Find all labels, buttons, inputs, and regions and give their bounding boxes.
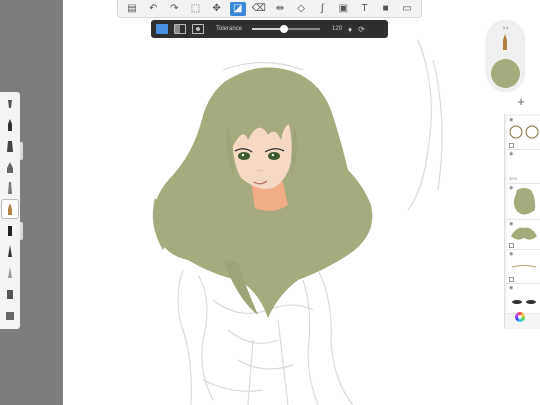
tolerance-value: 120	[332, 26, 343, 32]
brush-soft[interactable]	[2, 263, 18, 281]
brush-size-handle[interactable]	[20, 142, 23, 160]
transform-icon[interactable]: ✥	[209, 2, 225, 16]
lock-icon[interactable]	[509, 277, 514, 282]
top-toolbar: ▤ ↶ ↷ ⬚ ✥ ◪ ⌫ ⇹ ◇ ∫ ▣ T ■ ▭	[117, 0, 422, 18]
tolerance-slider[interactable]	[252, 25, 321, 33]
video-icon[interactable]: ■	[378, 2, 394, 16]
layer-item[interactable]: ◉	[507, 284, 540, 314]
brush-pencil[interactable]	[2, 116, 18, 134]
current-brush-icon	[503, 34, 507, 50]
drawing-canvas[interactable]	[63, 0, 540, 405]
add-layer-button[interactable]: +	[506, 94, 536, 110]
shapes-icon[interactable]: ◇	[293, 2, 309, 16]
image-icon[interactable]: ▣	[335, 2, 351, 16]
fullscreen-icon[interactable]: ▭	[399, 2, 415, 16]
color-wheel-icon[interactable]	[515, 312, 525, 322]
layer-opacity: 80%	[509, 176, 518, 181]
brush-marker[interactable]	[2, 137, 18, 155]
tolerance-label: Tolerance	[216, 26, 243, 32]
layer-item[interactable]: ◉	[507, 116, 540, 150]
tolerance-slider-knob[interactable]	[279, 25, 288, 33]
text-icon[interactable]: T	[357, 2, 373, 16]
undo-icon[interactable]: ↶	[145, 2, 161, 16]
lock-icon[interactable]	[509, 143, 514, 148]
brush-wide[interactable]	[2, 305, 18, 323]
brush-opacity-handle[interactable]	[20, 222, 23, 240]
fill-mode-icon[interactable]	[156, 24, 168, 34]
layers-panel: ◉ ◉ 80% ◉ ◉ ◉ ◉	[504, 114, 540, 329]
layer-item[interactable]: ◉	[507, 220, 540, 250]
brush-airbrush[interactable]	[2, 95, 18, 113]
visibility-icon[interactable]: ◉	[509, 151, 513, 157]
brush-palette	[0, 92, 20, 329]
brush-chisel[interactable]	[2, 221, 18, 239]
brush-size-readout: 5.4	[502, 25, 509, 30]
artwork	[152, 39, 443, 405]
fill-options-bar: Tolerance 120 ♦ ⟳	[151, 20, 388, 38]
brush-puck[interactable]: 5.4	[487, 21, 524, 91]
selection-icon[interactable]: ⬚	[187, 2, 203, 16]
current-color-swatch[interactable]	[491, 59, 520, 88]
brush-ink[interactable]	[2, 158, 18, 176]
radial-mode-icon[interactable]	[192, 24, 204, 34]
brush-fine[interactable]	[2, 242, 18, 260]
curve-icon[interactable]: ∫	[314, 2, 330, 16]
gallery-icon[interactable]: ▤	[124, 2, 140, 16]
brush-selected[interactable]	[2, 200, 18, 218]
layer-item[interactable]: ◉	[507, 250, 540, 284]
pressure-icon[interactable]: ♦	[348, 25, 352, 34]
lock-icon[interactable]	[509, 243, 514, 248]
layer-item[interactable]: ◉	[507, 184, 540, 220]
redo-icon[interactable]: ↷	[166, 2, 182, 16]
layer-thumbnail	[513, 188, 536, 215]
layer-item[interactable]: ◉ 80%	[507, 150, 540, 184]
fill-icon[interactable]: ◪	[229, 1, 246, 16]
brush-flat[interactable]	[2, 284, 18, 302]
layer-thumbnail	[512, 300, 536, 304]
settings-cycle-icon[interactable]: ⟳	[358, 25, 365, 34]
eraser-icon[interactable]: ⌫	[251, 2, 267, 16]
gradient-mode-icon[interactable]	[174, 24, 186, 34]
brush-paint[interactable]	[2, 179, 18, 197]
symmetry-icon[interactable]: ⇹	[272, 2, 288, 16]
